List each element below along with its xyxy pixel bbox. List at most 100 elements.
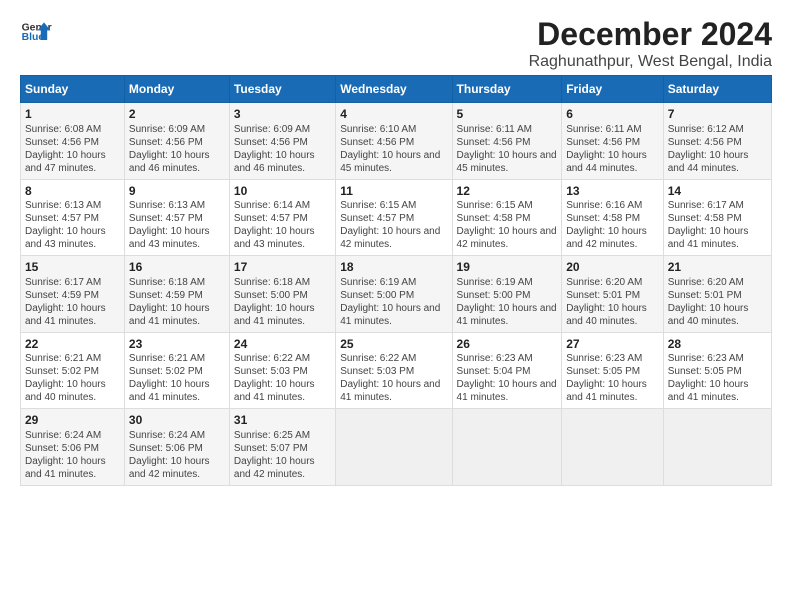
day-cell: 30 Sunrise: 6:24 AM Sunset: 5:06 PM Dayl…: [124, 409, 229, 486]
day-number: 7: [668, 107, 767, 123]
day-cell: 17 Sunrise: 6:18 AM Sunset: 5:00 PM Dayl…: [229, 256, 335, 333]
day-number: 25: [340, 337, 447, 353]
daylight-label: Daylight: 10 hours and 41 minutes.: [340, 302, 447, 328]
sunrise-info: Sunrise: 6:23 AM: [566, 352, 659, 365]
day-number: 27: [566, 337, 659, 353]
day-cell: 29 Sunrise: 6:24 AM Sunset: 5:06 PM Dayl…: [21, 409, 125, 486]
sunset-info: Sunset: 4:56 PM: [668, 136, 767, 149]
day-cell: 13 Sunrise: 6:16 AM Sunset: 4:58 PM Dayl…: [562, 179, 664, 256]
day-number: 10: [234, 184, 331, 200]
sunrise-info: Sunrise: 6:10 AM: [340, 123, 447, 136]
subtitle: Raghunathpur, West Bengal, India: [529, 53, 772, 71]
col-monday: Monday: [124, 76, 229, 103]
daylight-label: Daylight: 10 hours and 42 minutes.: [234, 455, 331, 481]
day-number: 22: [25, 337, 120, 353]
sunrise-info: Sunrise: 6:15 AM: [457, 199, 558, 212]
daylight-label: Daylight: 10 hours and 47 minutes.: [25, 149, 120, 175]
day-cell: 24 Sunrise: 6:22 AM Sunset: 5:03 PM Dayl…: [229, 332, 335, 409]
day-number: 15: [25, 260, 120, 276]
daylight-label: Daylight: 10 hours and 42 minutes.: [129, 455, 225, 481]
day-number: 3: [234, 107, 331, 123]
sunset-info: Sunset: 5:02 PM: [129, 365, 225, 378]
sunrise-info: Sunrise: 6:22 AM: [234, 352, 331, 365]
day-cell: 20 Sunrise: 6:20 AM Sunset: 5:01 PM Dayl…: [562, 256, 664, 333]
day-cell: 31 Sunrise: 6:25 AM Sunset: 5:07 PM Dayl…: [229, 409, 335, 486]
sunset-info: Sunset: 5:00 PM: [457, 289, 558, 302]
daylight-label: Daylight: 10 hours and 41 minutes.: [25, 302, 120, 328]
day-number: 18: [340, 260, 447, 276]
sunset-info: Sunset: 4:59 PM: [129, 289, 225, 302]
sunrise-info: Sunrise: 6:25 AM: [234, 429, 331, 442]
day-cell: 5 Sunrise: 6:11 AM Sunset: 4:56 PM Dayli…: [452, 103, 562, 180]
logo: General Blue: [20, 16, 52, 48]
daylight-label: Daylight: 10 hours and 43 minutes.: [25, 225, 120, 251]
day-cell: 3 Sunrise: 6:09 AM Sunset: 4:56 PM Dayli…: [229, 103, 335, 180]
day-cell: 9 Sunrise: 6:13 AM Sunset: 4:57 PM Dayli…: [124, 179, 229, 256]
sunrise-info: Sunrise: 6:11 AM: [566, 123, 659, 136]
day-number: 12: [457, 184, 558, 200]
daylight-label: Daylight: 10 hours and 44 minutes.: [566, 149, 659, 175]
day-cell: 11 Sunrise: 6:15 AM Sunset: 4:57 PM Dayl…: [336, 179, 452, 256]
daylight-label: Daylight: 10 hours and 43 minutes.: [234, 225, 331, 251]
sunset-info: Sunset: 5:01 PM: [668, 289, 767, 302]
daylight-label: Daylight: 10 hours and 42 minutes.: [457, 225, 558, 251]
day-number: 5: [457, 107, 558, 123]
sunset-info: Sunset: 4:56 PM: [340, 136, 447, 149]
sunset-info: Sunset: 5:03 PM: [340, 365, 447, 378]
day-number: 24: [234, 337, 331, 353]
day-number: 28: [668, 337, 767, 353]
col-friday: Friday: [562, 76, 664, 103]
page: General Blue December 2024 Raghunathpur,…: [0, 0, 792, 612]
day-cell: 18 Sunrise: 6:19 AM Sunset: 5:00 PM Dayl…: [336, 256, 452, 333]
daylight-label: Daylight: 10 hours and 41 minutes.: [668, 225, 767, 251]
sunrise-info: Sunrise: 6:15 AM: [340, 199, 447, 212]
day-cell: 15 Sunrise: 6:17 AM Sunset: 4:59 PM Dayl…: [21, 256, 125, 333]
sunset-info: Sunset: 4:57 PM: [340, 212, 447, 225]
daylight-label: Daylight: 10 hours and 41 minutes.: [457, 302, 558, 328]
day-cell: 28 Sunrise: 6:23 AM Sunset: 5:05 PM Dayl…: [663, 332, 771, 409]
sunrise-info: Sunrise: 6:17 AM: [25, 276, 120, 289]
day-cell: 10 Sunrise: 6:14 AM Sunset: 4:57 PM Dayl…: [229, 179, 335, 256]
day-number: 11: [340, 184, 447, 200]
day-cell: 25 Sunrise: 6:22 AM Sunset: 5:03 PM Dayl…: [336, 332, 452, 409]
sunset-info: Sunset: 5:00 PM: [340, 289, 447, 302]
day-number: 31: [234, 413, 331, 429]
day-number: 6: [566, 107, 659, 123]
daylight-label: Daylight: 10 hours and 41 minutes.: [234, 378, 331, 404]
daylight-label: Daylight: 10 hours and 41 minutes.: [668, 378, 767, 404]
daylight-label: Daylight: 10 hours and 45 minutes.: [457, 149, 558, 175]
daylight-label: Daylight: 10 hours and 42 minutes.: [566, 225, 659, 251]
sunset-info: Sunset: 4:56 PM: [457, 136, 558, 149]
week-row-4: 22 Sunrise: 6:21 AM Sunset: 5:02 PM Dayl…: [21, 332, 772, 409]
daylight-label: Daylight: 10 hours and 45 minutes.: [340, 149, 447, 175]
day-cell: 16 Sunrise: 6:18 AM Sunset: 4:59 PM Dayl…: [124, 256, 229, 333]
day-number: 17: [234, 260, 331, 276]
sunrise-info: Sunrise: 6:23 AM: [457, 352, 558, 365]
day-cell: 27 Sunrise: 6:23 AM Sunset: 5:05 PM Dayl…: [562, 332, 664, 409]
sunrise-info: Sunrise: 6:22 AM: [340, 352, 447, 365]
title-block: December 2024 Raghunathpur, West Bengal,…: [529, 16, 772, 71]
day-cell: 26 Sunrise: 6:23 AM Sunset: 5:04 PM Dayl…: [452, 332, 562, 409]
sunset-info: Sunset: 4:58 PM: [566, 212, 659, 225]
day-cell: 19 Sunrise: 6:19 AM Sunset: 5:00 PM Dayl…: [452, 256, 562, 333]
daylight-label: Daylight: 10 hours and 41 minutes.: [340, 378, 447, 404]
day-cell: 4 Sunrise: 6:10 AM Sunset: 4:56 PM Dayli…: [336, 103, 452, 180]
daylight-label: Daylight: 10 hours and 41 minutes.: [457, 378, 558, 404]
day-cell: 1 Sunrise: 6:08 AM Sunset: 4:56 PM Dayli…: [21, 103, 125, 180]
daylight-label: Daylight: 10 hours and 41 minutes.: [129, 378, 225, 404]
sunset-info: Sunset: 5:00 PM: [234, 289, 331, 302]
day-number: 23: [129, 337, 225, 353]
day-cell: 2 Sunrise: 6:09 AM Sunset: 4:56 PM Dayli…: [124, 103, 229, 180]
day-number: 9: [129, 184, 225, 200]
daylight-label: Daylight: 10 hours and 40 minutes.: [668, 302, 767, 328]
header-row: General Blue December 2024 Raghunathpur,…: [20, 16, 772, 71]
sunset-info: Sunset: 4:56 PM: [25, 136, 120, 149]
sunrise-info: Sunrise: 6:20 AM: [566, 276, 659, 289]
sunrise-info: Sunrise: 6:13 AM: [25, 199, 120, 212]
sunrise-info: Sunrise: 6:08 AM: [25, 123, 120, 136]
daylight-label: Daylight: 10 hours and 44 minutes.: [668, 149, 767, 175]
day-cell: [336, 409, 452, 486]
daylight-label: Daylight: 10 hours and 46 minutes.: [129, 149, 225, 175]
sunrise-info: Sunrise: 6:21 AM: [25, 352, 120, 365]
sunset-info: Sunset: 4:56 PM: [566, 136, 659, 149]
